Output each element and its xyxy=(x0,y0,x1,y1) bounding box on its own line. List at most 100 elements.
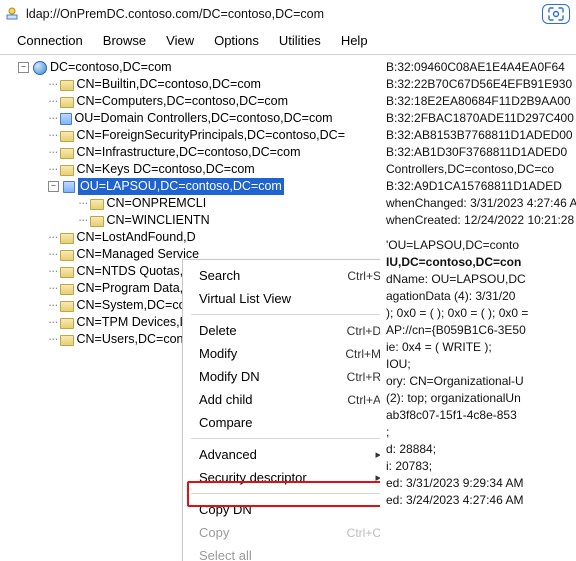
container-icon xyxy=(60,80,74,91)
ou-icon xyxy=(60,113,72,125)
ctx-search[interactable]: SearchCtrl+S xyxy=(183,264,380,287)
ctx-modify-dn[interactable]: Modify DNCtrl+R xyxy=(183,365,380,388)
container-icon xyxy=(60,97,74,108)
tree-node-label: CN=LostAndFound,D xyxy=(77,229,196,246)
detail-line: ory: CN=Organizational-U xyxy=(386,373,576,390)
app-icon xyxy=(4,6,20,22)
detail-line: B:32:22B70C67D56E4EFB91E930 xyxy=(386,76,576,93)
screen-search-button[interactable] xyxy=(542,4,570,24)
tree-node[interactable]: ···CN=WINCLIENTN xyxy=(6,212,380,229)
collapse-icon[interactable]: – xyxy=(18,62,29,73)
menu-help[interactable]: Help xyxy=(332,31,377,50)
window-title: ldap://OnPremDC.contoso.com/DC=contoso,D… xyxy=(26,7,542,21)
ctx-copy-dn[interactable]: Copy DN xyxy=(183,498,380,521)
detail-line: B:32:AB8153B7768811D1ADED00 xyxy=(386,127,576,144)
detail-line: Controllers,DC=contoso,DC=co xyxy=(386,161,576,178)
context-menu: SearchCtrl+S Virtual List View DeleteCtr… xyxy=(182,259,380,561)
menu-browse[interactable]: Browse xyxy=(94,31,155,50)
title-bar: ldap://OnPremDC.contoso.com/DC=contoso,D… xyxy=(0,0,576,28)
chevron-right-icon: ▸ xyxy=(375,448,380,461)
container-icon xyxy=(60,165,74,176)
detail-line: whenChanged: 3/31/2023 4:27:46 A xyxy=(386,195,576,212)
ctx-modify[interactable]: ModifyCtrl+M xyxy=(183,342,380,365)
detail-line: dName: OU=LAPSOU,DC xyxy=(386,271,576,288)
menu-connection[interactable]: Connection xyxy=(8,31,92,50)
ctx-compare[interactable]: Compare xyxy=(183,411,380,434)
tree-node[interactable]: ···CN=LostAndFound,D xyxy=(6,229,380,246)
tree-node[interactable]: ···OU=Domain Controllers,DC=contoso,DC=c… xyxy=(6,110,380,127)
detail-line: ); 0x0 = ( ); 0x0 = ( ); 0x0 = xyxy=(386,305,576,322)
detail-line: d: 28884; xyxy=(386,441,576,458)
tree-node[interactable]: ···CN=ONPREMCLI xyxy=(6,195,380,212)
menu-utilities[interactable]: Utilities xyxy=(270,31,330,50)
separator xyxy=(191,314,380,315)
detail-line: 'OU=LAPSOU,DC=conto xyxy=(386,237,576,254)
tree-node-label: CN=System,DC=cont xyxy=(77,297,196,314)
container-icon xyxy=(60,267,74,278)
chevron-right-icon: ▸ xyxy=(375,471,380,484)
tree-root[interactable]: – DC=contoso,DC=com xyxy=(6,59,380,76)
tree-node[interactable]: ···CN=Infrastructure,DC=contoso,DC=com xyxy=(6,144,380,161)
detail-line: ed: 3/24/2023 4:27:46 AM xyxy=(386,492,576,509)
menu-view[interactable]: View xyxy=(157,31,203,50)
detail-line: whenCreated: 12/24/2022 10:21:28 A xyxy=(386,212,576,229)
container-icon xyxy=(60,250,74,261)
tree-node[interactable]: ···CN=ForeignSecurityPrincipals,DC=conto… xyxy=(6,127,380,144)
tree-node-label: CN=Keys DC=contoso,DC=com xyxy=(77,161,255,178)
container-icon xyxy=(60,301,74,312)
tree-node-label: CN=WINCLIENTN xyxy=(107,212,210,229)
menu-bar: Connection Browse View Options Utilities… xyxy=(0,28,576,55)
ctx-virtual-list-view[interactable]: Virtual List View xyxy=(183,287,380,310)
domain-icon xyxy=(33,61,47,75)
menu-options[interactable]: Options xyxy=(205,31,268,50)
tree-node-label: CN=Managed Service xyxy=(77,246,200,263)
container-icon xyxy=(90,216,104,227)
tree-pane[interactable]: – DC=contoso,DC=com ···CN=Builtin,DC=con… xyxy=(0,55,380,561)
detail-line: i: 20783; xyxy=(386,458,576,475)
ctx-security-descriptor[interactable]: Security descriptor▸ xyxy=(183,466,380,489)
ctx-select-all: Select all xyxy=(183,544,380,561)
separator xyxy=(191,438,380,439)
detail-line: agationData (4): 3/31/20 xyxy=(386,288,576,305)
container-icon xyxy=(60,318,74,329)
detail-line: B:32:AB1D30F3768811D1ADED0 xyxy=(386,144,576,161)
tree-node-label: DC=contoso,DC=com xyxy=(50,59,172,76)
container-icon xyxy=(60,284,74,295)
ctx-copy: CopyCtrl+C xyxy=(183,521,380,544)
separator xyxy=(191,493,380,494)
ctx-add-child[interactable]: Add childCtrl+A xyxy=(183,388,380,411)
tree-node-label: CN=TPM Devices,DC xyxy=(77,314,198,331)
tree-node-label: CN=Users,DC=conto xyxy=(77,331,194,348)
tree-node-label: CN=Infrastructure,DC=contoso,DC=com xyxy=(77,144,301,161)
ou-icon xyxy=(63,181,75,193)
tree-node-label: OU=LAPSOU,DC=contoso,DC=com xyxy=(78,178,284,195)
detail-line: ie: 0x4 = ( WRITE ); xyxy=(386,339,576,356)
tree-node[interactable]: ···CN=Computers,DC=contoso,DC=com xyxy=(6,93,380,110)
detail-line: B:32:18E2EA80684F11D2B9AA00 xyxy=(386,93,576,110)
detail-line: (2): top; organizationalUn xyxy=(386,390,576,407)
detail-line: ab3f8c07-15f1-4c8e-853 xyxy=(386,407,576,424)
tree-node-label: CN=Builtin,DC=contoso,DC=com xyxy=(77,76,261,93)
container-icon xyxy=(90,199,104,210)
tree-node[interactable]: ···CN=Builtin,DC=contoso,DC=com xyxy=(6,76,380,93)
detail-line: ed: 3/31/2023 9:29:34 AM xyxy=(386,475,576,492)
detail-line: B:32:09460C08AE1E4A4EA0F64 xyxy=(386,59,576,76)
ctx-delete[interactable]: DeleteCtrl+D xyxy=(183,319,380,342)
collapse-icon[interactable]: – xyxy=(48,181,59,192)
container-icon xyxy=(60,148,74,159)
tree-node-selected[interactable]: – OU=LAPSOU,DC=contoso,DC=com xyxy=(6,178,380,195)
detail-line: AP://cn={B059B1C6-3E50 xyxy=(386,322,576,339)
container-icon xyxy=(60,131,74,142)
container-icon xyxy=(60,335,74,346)
detail-line: IOU; xyxy=(386,356,576,373)
tree-node-label: OU=Domain Controllers,DC=contoso,DC=com xyxy=(75,110,333,127)
tree-node[interactable]: ···CN=Keys DC=contoso,DC=com xyxy=(6,161,380,178)
detail-line: IU,DC=contoso,DC=con xyxy=(386,254,576,271)
tree-node-label: CN=ForeignSecurityPrincipals,DC=contoso,… xyxy=(77,127,346,144)
container-icon xyxy=(60,233,74,244)
detail-line: B:32:A9D1CA15768811D1ADED xyxy=(386,178,576,195)
tree-node-label: CN=Computers,DC=contoso,DC=com xyxy=(77,93,289,110)
ctx-advanced[interactable]: Advanced▸ xyxy=(183,443,380,466)
detail-line: ; xyxy=(386,424,576,441)
details-pane[interactable]: B:32:09460C08AE1E4A4EA0F64 B:32:22B70C67… xyxy=(380,55,576,561)
